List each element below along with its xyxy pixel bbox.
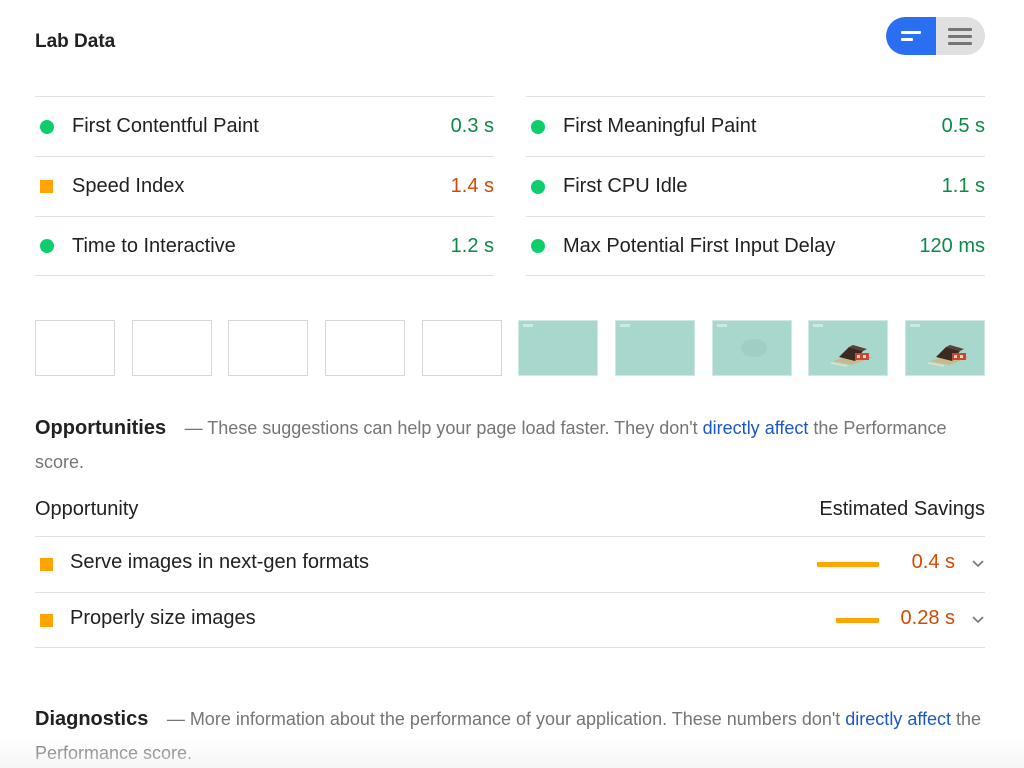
expanded-view-button[interactable] [935,17,985,55]
opportunity-label: Properly size images [70,607,256,629]
metric-label: Time to Interactive [72,234,236,257]
metric-label: First CPU Idle [563,175,688,197]
pass-circle-icon [40,239,54,253]
metric-value: 1.2 s [450,234,494,257]
metric-value: 0.5 s [941,115,985,137]
pass-circle-icon [531,239,545,253]
savings-value: 0.28 s [900,607,955,629]
opportunity-row[interactable]: Properly size images 0.28 s [35,592,985,648]
metric-row: First Contentful Paint 0.3 s [35,96,494,156]
chevron-down-icon[interactable] [971,612,985,626]
house-illustration [831,345,874,367]
metric-row: Speed Index 1.4 s [35,156,494,216]
diagnostics-description: — More information about the performance… [35,709,981,763]
filmstrip-frame [904,320,985,376]
view-toggle[interactable] [886,17,985,55]
diagnostics-section: Diagnostics — More information about the… [35,703,985,768]
filmstrip-frame [131,320,212,376]
pass-circle-icon [531,119,545,134]
page-header-hint [909,324,920,327]
metric-label: First Contentful Paint [72,115,259,137]
filmstrip-frame [614,320,695,376]
metric-row: Time to Interactive 1.2 s [35,216,494,276]
bars-short-icon [901,31,921,41]
metrics-column-left: First Contentful Paint 0.3 s Speed Index… [35,96,494,276]
opportunity-row[interactable]: Serve images in next-gen formats 0.4 s [35,536,985,592]
house-illustration [927,345,970,367]
compact-view-button[interactable] [886,17,936,55]
metric-value: 120 ms [919,234,985,257]
loading-image-placeholder [740,339,767,357]
opportunity-label: Serve images in next-gen formats [70,551,370,573]
average-square-icon [40,614,53,627]
savings-bar [836,618,879,623]
description-text: — More information about the performance… [166,709,846,729]
filmstrip-frame [35,320,115,376]
pass-circle-icon [531,179,545,194]
opportunities-description: — These suggestions can help your page l… [35,418,946,472]
average-square-icon [40,180,53,193]
filmstrip-frame [421,320,502,376]
opportunity-column-header: Opportunity [35,498,139,520]
metric-label: First Meaningful Paint [563,115,757,137]
metric-row: First CPU Idle 1.1 s [526,156,985,216]
filmstrip [35,320,985,377]
directly-affect-link[interactable]: directly affect [845,709,951,729]
lab-data-header: Lab Data [35,0,985,84]
metric-row: First Meaningful Paint 0.5 s [526,96,985,156]
page-header-hint [523,324,534,327]
bars-long-icon [948,27,972,45]
pass-circle-icon [40,119,54,134]
diagnostics-title: Diagnostics [35,708,149,730]
page-header-hint [813,324,824,327]
metric-value: 1.1 s [941,175,985,197]
filmstrip-frame [808,320,889,376]
metric-row: Max Potential First Input Delay 120 ms [526,216,985,276]
opportunities-section: Opportunities — These suggestions can he… [35,412,985,648]
page-header-hint [619,324,630,327]
lab-data-title: Lab Data [35,31,116,52]
metric-label: Max Potential First Input Delay [563,234,836,257]
opportunities-title: Opportunities [35,417,167,439]
savings-bar [817,562,879,567]
directly-affect-link[interactable]: directly affect [703,418,809,438]
filmstrip-frame [324,320,405,376]
savings-value: 0.4 s [911,551,955,573]
opportunities-table-header: Opportunity Estimated Savings [35,498,985,536]
chevron-down-icon[interactable] [971,556,985,570]
metrics-column-right: First Meaningful Paint 0.5 s First CPU I… [526,96,985,276]
filmstrip-frame [711,320,792,376]
page-header-hint [716,324,727,327]
filmstrip-frame [228,320,309,376]
metric-label: Speed Index [72,175,185,197]
opportunities-header: Opportunities — These suggestions can he… [35,412,985,480]
metric-value: 0.3 s [450,115,494,137]
metric-value: 1.4 s [450,175,494,197]
filmstrip-frame [518,320,599,376]
average-square-icon [40,558,53,571]
description-text: — These suggestions can help your page l… [184,418,703,438]
savings-column-header: Estimated Savings [819,498,985,520]
